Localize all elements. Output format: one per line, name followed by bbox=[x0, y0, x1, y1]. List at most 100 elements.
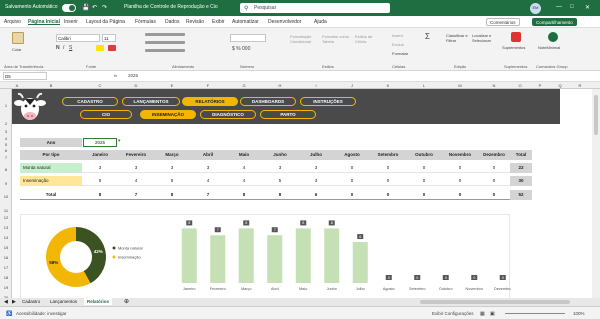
table-cell[interactable]: 0 bbox=[406, 178, 442, 183]
conditional-format-button[interactable]: Formatação Condicional bbox=[290, 34, 318, 44]
scroll-thumb[interactable] bbox=[594, 95, 598, 135]
row-header[interactable]: 4 bbox=[0, 136, 12, 141]
redo-icon[interactable]: ↷ bbox=[102, 4, 107, 11]
row-header[interactable]: 10 bbox=[0, 194, 12, 199]
align-middle-icon[interactable] bbox=[145, 41, 185, 44]
chevron-down-icon[interactable]: ▾ bbox=[118, 138, 121, 144]
pie-chart[interactable]: 42% 58% Monta natural Inseminação bbox=[21, 215, 171, 299]
currency-icon[interactable]: $ % 000 bbox=[232, 46, 250, 52]
column-header[interactable]: O bbox=[510, 83, 530, 88]
next-sheet-icon[interactable]: ▶ bbox=[12, 299, 16, 305]
row-header[interactable]: 3 bbox=[0, 129, 12, 134]
name-box[interactable]: D5 bbox=[3, 72, 47, 80]
row-header[interactable]: 1 bbox=[0, 103, 12, 108]
menu-formulas[interactable]: Fórmulas bbox=[135, 19, 156, 25]
row-total[interactable]: 22 bbox=[510, 163, 532, 173]
column-header[interactable]: K bbox=[370, 83, 406, 88]
format-cells-button[interactable]: Formatar bbox=[392, 51, 408, 56]
autosave-toggle[interactable] bbox=[62, 4, 76, 12]
comments-button[interactable]: Comentários bbox=[486, 18, 520, 26]
table-cell[interactable]: 3 bbox=[118, 165, 154, 170]
row-header[interactable]: 13 bbox=[0, 225, 12, 230]
column-header[interactable]: G bbox=[226, 83, 262, 88]
italic-icon[interactable]: I bbox=[63, 45, 64, 51]
table-cell[interactable]: 0 bbox=[406, 165, 442, 170]
column-header[interactable]: I bbox=[298, 83, 334, 88]
column-header[interactable]: C bbox=[82, 83, 118, 88]
table-cell[interactable]: 0 bbox=[442, 165, 478, 170]
row-header[interactable]: 11 bbox=[0, 208, 12, 213]
table-cell[interactable]: 0 bbox=[370, 192, 406, 197]
column-header[interactable]: M bbox=[442, 83, 478, 88]
note-button[interactable]: NoteMinimal bbox=[538, 45, 560, 50]
font-name-select[interactable]: Calibri bbox=[56, 34, 100, 42]
sort-filter-button[interactable]: Classificar e Filtrar bbox=[446, 33, 470, 43]
column-header[interactable]: N bbox=[478, 83, 510, 88]
year-select[interactable]: 2025 bbox=[83, 138, 117, 147]
add-sheet-icon[interactable]: ⊕ bbox=[124, 298, 129, 305]
insert-cells-button[interactable]: Inserir bbox=[392, 33, 403, 38]
column-header[interactable]: Q bbox=[550, 83, 570, 88]
column-header[interactable]: D bbox=[118, 83, 154, 88]
row-total[interactable]: 30 bbox=[510, 176, 532, 186]
row-header[interactable]: 16 bbox=[0, 255, 12, 260]
number-format-select[interactable] bbox=[230, 34, 266, 42]
table-cell[interactable]: 3 bbox=[154, 165, 190, 170]
table-cell[interactable]: 0 bbox=[370, 165, 406, 170]
table-cell[interactable]: 0 bbox=[478, 192, 510, 197]
table-cell[interactable]: 4 bbox=[226, 178, 262, 183]
table-cell[interactable]: 6 bbox=[298, 192, 334, 197]
table-cell[interactable]: 4 bbox=[226, 165, 262, 170]
minimize-icon[interactable]: — bbox=[556, 4, 562, 10]
row-header[interactable]: 2 bbox=[0, 121, 12, 126]
table-cell[interactable]: 0 bbox=[370, 178, 406, 183]
row-header[interactable]: 14 bbox=[0, 235, 12, 240]
menu-data[interactable]: Dados bbox=[165, 19, 179, 25]
table-cell[interactable]: 3 bbox=[298, 165, 334, 170]
bold-icon[interactable]: N bbox=[56, 45, 60, 51]
column-header[interactable]: J bbox=[334, 83, 370, 88]
search-box[interactable]: ⚲ Pesquisar bbox=[240, 3, 390, 13]
menu-help[interactable]: Ajuda bbox=[314, 19, 327, 25]
cell-styles-button[interactable]: Estilos de Célula bbox=[355, 34, 381, 44]
page-layout-icon[interactable]: ▣ bbox=[490, 311, 495, 317]
display-settings[interactable]: Exibir Configurações bbox=[432, 311, 474, 316]
formula-input[interactable]: 2025 bbox=[128, 73, 138, 78]
table-cell[interactable]: 5 bbox=[82, 178, 118, 183]
nav-lancamentos[interactable]: LANÇAMENTOS bbox=[122, 97, 180, 106]
close-icon[interactable]: ✕ bbox=[585, 4, 590, 11]
row-header[interactable]: 9 bbox=[0, 181, 12, 186]
maximize-icon[interactable]: □ bbox=[570, 4, 574, 10]
nav-dashboards[interactable]: DASHBOARDS bbox=[240, 97, 296, 106]
column-header[interactable]: F bbox=[190, 83, 226, 88]
prev-sheet-icon[interactable]: ◀ bbox=[4, 299, 8, 305]
table-cell[interactable]: 0 bbox=[406, 192, 442, 197]
row-header[interactable]: 15 bbox=[0, 245, 12, 250]
table-cell[interactable]: 0 bbox=[334, 192, 370, 197]
menu-insert[interactable]: Inserir bbox=[64, 19, 78, 25]
fill-color-icon[interactable] bbox=[96, 45, 104, 51]
column-header[interactable]: H bbox=[262, 83, 298, 88]
row-header[interactable]: 18 bbox=[0, 275, 12, 280]
avatar[interactable]: EM bbox=[530, 3, 541, 14]
row-header[interactable]: 8 bbox=[0, 167, 12, 172]
table-cell[interactable]: 0 bbox=[478, 165, 510, 170]
menu-developer[interactable]: Desenvolvedor bbox=[268, 19, 301, 25]
table-cell[interactable]: 5 bbox=[154, 178, 190, 183]
nav-diagnostico[interactable]: DIAGNÓSTICO bbox=[200, 110, 256, 119]
table-cell[interactable]: 8 bbox=[82, 192, 118, 197]
format-as-table-button[interactable]: Formatar como Tabela bbox=[322, 34, 350, 44]
column-header[interactable]: L bbox=[406, 83, 442, 88]
share-button[interactable]: Compartilhamento bbox=[532, 18, 577, 26]
row-header[interactable]: 17 bbox=[0, 265, 12, 270]
nav-cadastro[interactable]: CADASTRO bbox=[62, 97, 118, 106]
column-header[interactable]: P bbox=[530, 83, 550, 88]
nav-inseminacao[interactable]: INSEMINAÇÃO bbox=[140, 110, 196, 119]
nav-parto[interactable]: PARTO bbox=[260, 110, 316, 119]
accessibility-status[interactable]: Acessibilidade: investigar bbox=[16, 311, 67, 316]
horizontal-scrollbar[interactable] bbox=[420, 300, 570, 304]
paste-icon[interactable] bbox=[12, 32, 24, 44]
accessibility-icon[interactable]: ♿ bbox=[6, 311, 12, 317]
column-header[interactable]: B bbox=[20, 83, 82, 88]
menu-home[interactable]: Página Inicial bbox=[28, 19, 60, 25]
